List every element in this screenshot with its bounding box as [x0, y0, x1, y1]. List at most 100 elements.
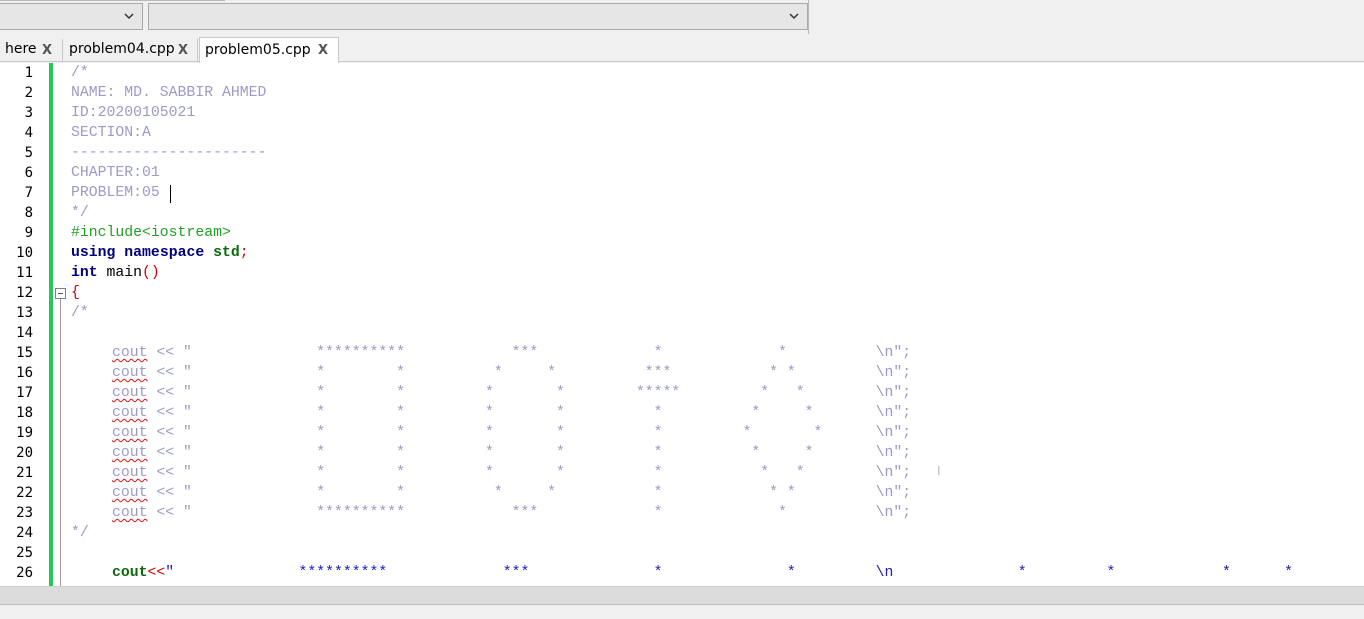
- line-number: 18: [16, 405, 33, 421]
- code-line: cout << " * * * * * * * \n";: [112, 483, 911, 503]
- misspelled-word: cout: [112, 385, 148, 401]
- tab-label: here: [5, 41, 37, 57]
- function-combo[interactable]: [148, 3, 808, 30]
- code-text: * * * * * * * \n";: [191, 425, 912, 441]
- horizontal-scrollbar[interactable]: [0, 586, 1364, 604]
- code-line: PROBLEM:05: [71, 185, 160, 201]
- close-icon[interactable]: X: [318, 39, 328, 63]
- toolbar-divider: [0, 0, 225, 1]
- line-number: 5: [24, 145, 33, 161]
- code-text: * * * * * * * \n";: [191, 465, 912, 481]
- tab-bar: here X problem04.cpp X problem05.cpp X: [0, 37, 1364, 63]
- code-line: cout << " * * * * * * * \n";: [112, 423, 911, 443]
- code-text: << ": [147, 385, 192, 401]
- code-line: CHAPTER:01: [71, 165, 160, 181]
- line-number: 7: [24, 185, 33, 201]
- code-line: /*: [71, 305, 89, 321]
- code-text: * * * * *** * * \n";: [191, 365, 912, 381]
- code-text: << ": [147, 445, 192, 461]
- tab-here[interactable]: here X: [0, 39, 63, 62]
- code-text: * * * * * * * \n";: [191, 485, 912, 501]
- code-line: int main(): [71, 263, 160, 283]
- line-number: 11: [16, 265, 33, 281]
- mouse-ibeam-icon: I: [937, 464, 941, 478]
- line-number: 12: [16, 285, 33, 301]
- line-number: 1: [24, 65, 33, 81]
- tab-problem04[interactable]: problem04.cpp X: [64, 39, 198, 62]
- keyword: using: [71, 245, 116, 261]
- namespace-name: std: [213, 245, 240, 261]
- line-number: 6: [24, 165, 33, 181]
- code-text: * * * * ***** * * \n";: [191, 385, 912, 401]
- code-line: ----------------------: [71, 145, 267, 161]
- line-number: 26: [16, 565, 33, 581]
- toolbar: [0, 0, 1364, 36]
- code-line: cout << " ********** *** * * \n";: [112, 503, 911, 523]
- code-line: /*: [71, 65, 89, 81]
- close-icon[interactable]: X: [178, 40, 188, 61]
- line-number-gutter: 1 2 3 4 5 6 7 8 9 10 11 12 13 14 15 16 1…: [0, 63, 49, 586]
- code-line: SECTION:A: [71, 125, 151, 141]
- misspelled-word: cout: [112, 505, 148, 521]
- scope-combo[interactable]: [0, 3, 143, 30]
- string-literal: " ********** *** * * \n * * * *: [165, 565, 1294, 581]
- fold-collapse-icon[interactable]: [55, 288, 66, 299]
- line-number: 19: [16, 425, 33, 441]
- status-bar: [0, 604, 1364, 619]
- line-number: 21: [16, 465, 33, 481]
- code-line: cout << " * * * * ***** * * \n";: [112, 383, 911, 403]
- fold-line: [60, 299, 61, 586]
- line-number: 17: [16, 385, 33, 401]
- code-line: NAME: MD. SABBIR AHMED: [71, 85, 267, 101]
- close-icon[interactable]: X: [42, 40, 52, 61]
- type-keyword: int: [71, 265, 98, 281]
- misspelled-word: cout: [112, 345, 148, 361]
- code-text: << ": [147, 365, 192, 381]
- line-number: 23: [16, 505, 33, 521]
- toolbar-divider: [808, 0, 809, 34]
- line-number: 15: [16, 345, 33, 361]
- line-number: 8: [24, 205, 33, 221]
- code-line: using namespace std;: [71, 243, 249, 263]
- code-line: {: [71, 285, 80, 301]
- code-text: << ": [147, 405, 192, 421]
- tab-label: problem04.cpp: [69, 41, 175, 57]
- line-number: 16: [16, 365, 33, 381]
- code-text: * * * * * * * \n";: [191, 405, 912, 421]
- code-line: ID:20200105021: [71, 105, 196, 121]
- misspelled-word: cout: [112, 425, 148, 441]
- misspelled-word: cout: [112, 485, 148, 501]
- code-line: cout << " * * * * * * * \n";: [112, 443, 911, 463]
- code-line: cout << " ********** *** * * \n";: [112, 343, 911, 363]
- code-text: ********** *** * * \n";: [191, 505, 912, 521]
- code-line: cout<<" ********** *** * * \n * * * *: [112, 563, 1293, 583]
- line-number: 22: [16, 485, 33, 501]
- operator: ;: [239, 245, 249, 261]
- chevron-down-icon: [789, 13, 799, 20]
- line-number: 4: [24, 125, 33, 141]
- line-number: 24: [16, 525, 33, 541]
- code-text: << ": [147, 465, 192, 481]
- line-number: 25: [16, 545, 33, 561]
- code-text: << ": [147, 505, 192, 521]
- code-text: * * * * * * * \n";: [191, 445, 912, 461]
- line-number: 3: [24, 105, 33, 121]
- operator: (): [142, 265, 160, 281]
- chevron-down-icon: [124, 13, 134, 20]
- code-line: */: [71, 205, 89, 221]
- tab-problem05[interactable]: problem05.cpp X: [199, 37, 339, 63]
- code-text: ********** *** * * \n";: [191, 345, 912, 361]
- text-caret: [170, 185, 171, 203]
- misspelled-word: cout: [112, 365, 148, 381]
- code-text: << ": [147, 485, 192, 501]
- line-number: 10: [16, 245, 33, 261]
- misspelled-word: cout: [112, 405, 148, 421]
- code-line: #include<iostream>: [71, 225, 231, 241]
- code-editor[interactable]: 1 2 3 4 5 6 7 8 9 10 11 12 13 14 15 16 1…: [0, 63, 1364, 586]
- line-number: 13: [16, 305, 33, 321]
- code-text: << ": [147, 425, 192, 441]
- code-line: */: [71, 525, 89, 541]
- code-line: cout << " * * * * * * * \n";: [112, 403, 911, 423]
- misspelled-word: cout: [112, 445, 148, 461]
- identifier: cout: [112, 565, 148, 581]
